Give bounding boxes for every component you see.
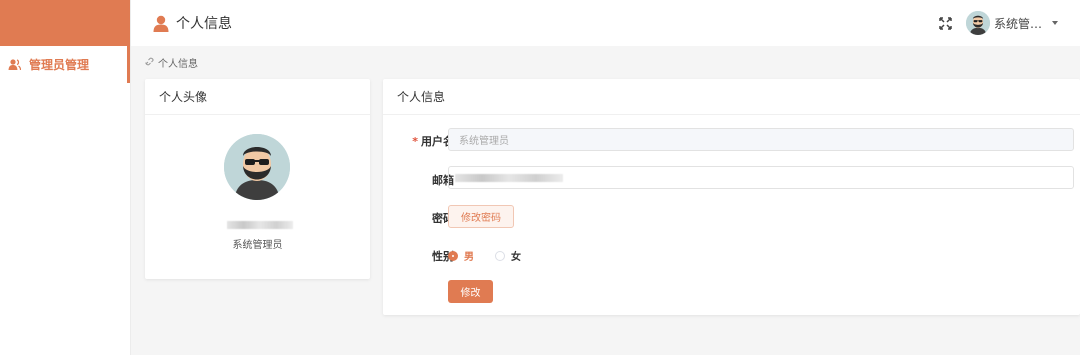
avatar-card: 个人头像 系统管理员 [145, 79, 370, 279]
breadcrumb: 个人信息 [144, 54, 198, 70]
avatar-illustration [224, 134, 290, 200]
gender-label: 性别 [432, 250, 454, 263]
user-icon [8, 59, 21, 71]
header-user-area: 系统管… [939, 0, 1058, 46]
avatar-illustration [965, 11, 990, 35]
submit-button[interactable]: 修改 [448, 280, 493, 303]
username-field-value: 系统管理员 [459, 136, 509, 147]
link-icon [145, 57, 154, 65]
gender-option-label: 女 [511, 252, 521, 263]
page-title-text: 个人信息 [176, 16, 232, 32]
gender-option-label: 男 [464, 252, 474, 263]
info-card: 个人信息 * 用户名 系统管理员 邮箱 密码 修改密码 性别 男 女 修改 [383, 79, 1080, 315]
required-mark: * [412, 135, 418, 148]
username-label: * 用户名 [412, 135, 454, 148]
sidebar-item-admin-management[interactable]: 管理员管理 [0, 46, 130, 83]
redacted-username [227, 221, 293, 229]
radio-icon [495, 250, 505, 261]
gender-radio-female[interactable]: 女 [495, 248, 521, 263]
redacted-email [455, 174, 563, 182]
password-label: 密码 [432, 212, 454, 225]
avatar[interactable] [224, 134, 290, 200]
email-field[interactable] [448, 166, 1074, 189]
avatar-card-title: 个人头像 [145, 79, 370, 115]
top-header: 个人信息 系统管… [131, 0, 1080, 46]
fullscreen-icon[interactable] [939, 16, 952, 30]
change-password-button[interactable]: 修改密码 [448, 205, 514, 228]
sidebar: 管理员管理 [0, 0, 131, 355]
username-field: 系统管理员 [448, 128, 1074, 151]
page-title: 个人信息 [153, 13, 232, 33]
person-icon [153, 15, 169, 32]
breadcrumb-item[interactable]: 个人信息 [158, 55, 198, 70]
avatar-display-name: 系统管理员 [232, 240, 283, 251]
user-name[interactable]: 系统管… [994, 15, 1042, 32]
gender-radio-male[interactable]: 男 [448, 248, 474, 263]
info-card-title: 个人信息 [383, 79, 1080, 115]
radio-icon [448, 250, 458, 261]
sidebar-item-label: 管理员管理 [29, 58, 90, 72]
chevron-down-icon[interactable] [1052, 21, 1058, 25]
email-label: 邮箱 [432, 174, 454, 187]
avatar[interactable] [965, 11, 990, 35]
sidebar-logo [0, 0, 130, 46]
